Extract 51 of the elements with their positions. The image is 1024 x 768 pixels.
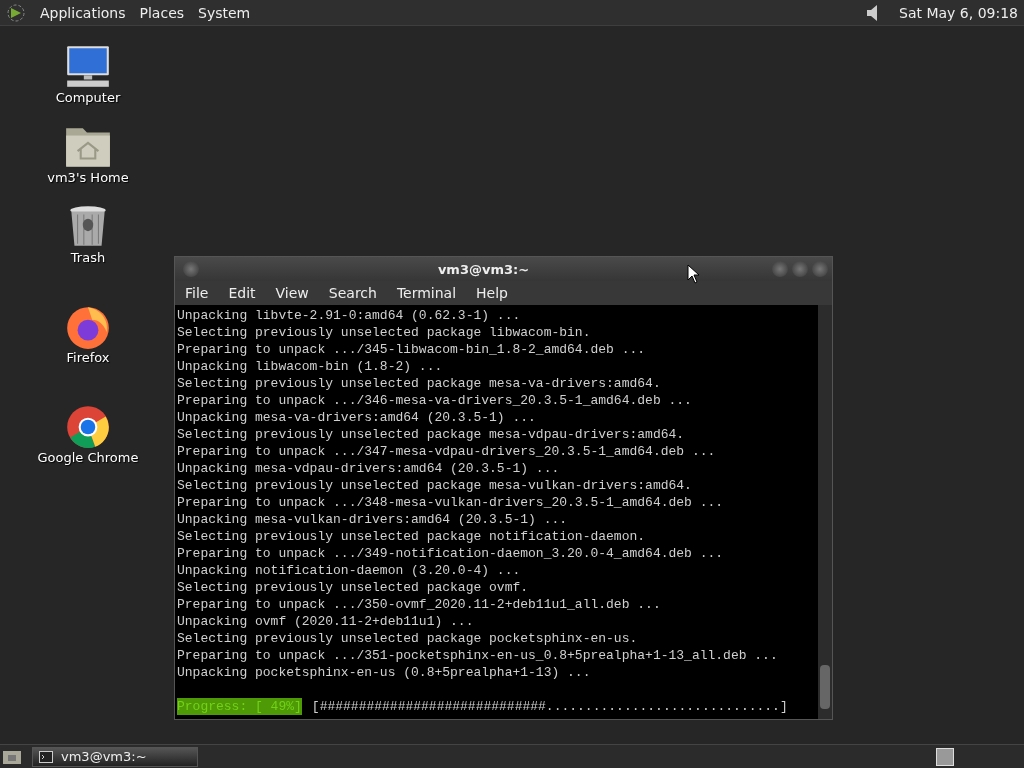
terminal-line: Preparing to unpack .../350-ovmf_2020.11-2+deb11u1_all.deb ... (177, 596, 662, 613)
terminal-line: Unpacking ovmf (2020.11-2+deb11u1) ... (177, 613, 475, 630)
progress-bar-text: [#############################..............................] (311, 698, 788, 715)
menu-item[interactable]: Search (318, 285, 387, 301)
terminal-line: Unpacking pocketsphinx-en-us (0.8+5prealpha+1-13) ... (177, 664, 592, 681)
mouse-pointer-icon (687, 264, 699, 284)
taskbar-button[interactable]: vm3@vm3:~ (32, 746, 198, 767)
scrollbar[interactable] (818, 305, 832, 719)
close-button[interactable] (812, 261, 828, 277)
minimize-button[interactable] (772, 261, 788, 277)
terminal-line: Preparing to unpack .../348-mesa-vulkan-drivers_20.3.5-1_amd64.deb ... (177, 494, 725, 511)
terminal-line: Unpacking libwacom-bin (1.8-2) ... (177, 358, 444, 375)
window-title: vm3@vm3:~ (437, 261, 530, 277)
panel-menu[interactable]: System (198, 4, 251, 21)
terminal-line: Preparing to unpack .../345-libwacom-bin_1.8-2_amd64.deb ... (177, 341, 647, 358)
menu-item[interactable]: Edit (218, 285, 266, 301)
panel-menu[interactable]: Applications (40, 4, 126, 21)
terminal-line: Preparing to unpack .../351-pocketsphinx-en-us_0.8+5prealpha+1-13_all.deb ... (177, 647, 779, 664)
terminal-line: Preparing to unpack .../346-mesa-va-drivers_20.3.5-1_amd64.deb ... (177, 392, 693, 409)
menu-logo-icon[interactable] (6, 2, 26, 23)
scrollbar-thumb[interactable] (820, 665, 830, 709)
terminal-line: Selecting previously unselected package pocketsphinx-en-us. (177, 630, 639, 647)
terminal-line: Preparing to unpack .../349-notification-daemon_3.20.0-4_amd64.deb ... (177, 545, 725, 562)
terminal-line: Selecting previously unselected package ovmf. (177, 579, 530, 596)
terminal-line: Preparing to unpack .../347-mesa-vdpau-drivers_20.3.5-1_amd64.deb ... (177, 443, 717, 460)
desktop-icon-label[interactable]: Google Chrome (37, 450, 139, 465)
desktop-icon-label[interactable]: vm3's Home (47, 170, 129, 185)
terminal-line: Unpacking mesa-vdpau-drivers:amd64 (20.3.5-1) ... (177, 460, 561, 477)
desktop-icon-label[interactable]: Trash (70, 250, 106, 265)
terminal-line: Selecting previously unselected package mesa-vulkan-drivers:amd64. (177, 477, 693, 494)
clock[interactable]: Sat May 6, 09:18 (899, 4, 1018, 21)
terminal-line: Unpacking mesa-vulkan-drivers:amd64 (20.3.5-1) ... (177, 511, 569, 528)
terminal-line: Unpacking libvte-2.91-0:amd64 (0.62.3-1) ... (177, 307, 522, 324)
workspace-switcher[interactable] (936, 747, 954, 766)
menu-item[interactable]: View (265, 285, 319, 301)
menu-item[interactable]: File (175, 285, 219, 301)
terminal-line: Selecting previously unselected package mesa-va-drivers:amd64. (177, 375, 662, 392)
progress-label: Progress: [ 49%] (177, 698, 302, 715)
window-menu-button[interactable] (183, 261, 199, 277)
panel-menu[interactable]: Places (139, 4, 185, 21)
menu-item[interactable]: Terminal (386, 285, 467, 301)
terminal-line: Selecting previously unselected package notification-daemon. (177, 528, 647, 545)
terminal-line: Unpacking mesa-va-drivers:amd64 (20.3.5-1) ... (177, 409, 537, 426)
terminal-line: Selecting previously unselected package mesa-vdpau-drivers:amd64. (177, 426, 686, 443)
desktop-icon-label[interactable]: Computer (55, 90, 121, 105)
terminal-icon (39, 750, 53, 763)
terminal-line: Selecting previously unselected package libwacom-bin. (177, 324, 592, 341)
maximize-button[interactable] (792, 261, 808, 277)
terminal-line: Unpacking notification-daemon (3.20.0-4) ... (177, 562, 522, 579)
desktop-icon-label[interactable]: Firefox (66, 350, 110, 365)
menu-item[interactable]: Help (466, 285, 518, 301)
